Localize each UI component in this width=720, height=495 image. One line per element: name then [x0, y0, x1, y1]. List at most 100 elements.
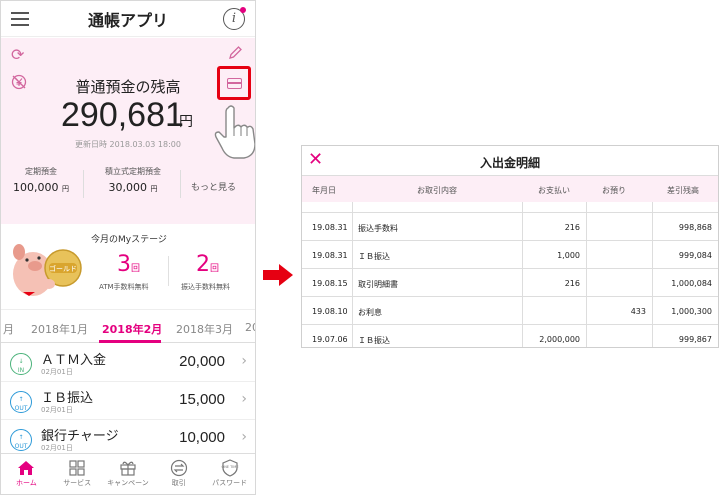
- cell-detail: 取引明細書: [358, 280, 398, 289]
- badge-label: IN: [17, 367, 25, 374]
- cell-detail: 振込手数料: [358, 224, 398, 233]
- my-stage-panel[interactable]: ゴールド 今月のMyステージ 3回 ATM手数料無料 2回 振込手数料無料: [1, 226, 255, 310]
- cell-date: 19.07.06: [312, 335, 348, 344]
- transaction-amount: 15,000: [179, 391, 225, 408]
- cell-date: 19.08.15: [312, 279, 348, 288]
- divider: [168, 256, 169, 286]
- installment-deposit-value: 30,000: [108, 181, 148, 194]
- table-header: 年月日 お取引内容 お支払い お預り 差引残高: [302, 176, 718, 202]
- grid-icon: [69, 460, 85, 476]
- column-divider: [586, 202, 587, 347]
- tab-month-feb[interactable]: 2018年2月: [102, 321, 162, 337]
- tab-month-jan[interactable]: 2018年1月: [31, 321, 88, 337]
- col-balance: 差引残高: [667, 186, 699, 195]
- transfer-free-count: 2回: [196, 252, 219, 277]
- tab-transaction-label: 取引: [171, 479, 186, 487]
- updated-time: 更新日時 2018.03.03 18:00: [75, 140, 181, 149]
- tab-home[interactable]: ホーム: [1, 454, 52, 494]
- transfer-count-unit: 回: [210, 264, 220, 274]
- col-deposit: お預り: [602, 186, 626, 195]
- transaction-date: 02月01日: [41, 406, 73, 414]
- column-divider: [352, 202, 353, 347]
- cell-deposit: 433: [630, 307, 646, 316]
- info-icon[interactable]: i: [223, 7, 246, 30]
- chevron-right-icon: ›: [241, 353, 247, 369]
- home-icon: [18, 461, 35, 475]
- atm-count-unit: 回: [131, 264, 141, 274]
- refresh-icon[interactable]: ⟳: [11, 45, 24, 64]
- deposit-summary: 定期預金 100,000 円 積立式定期預金 30,000 円 もっと見る: [1, 166, 255, 206]
- transaction-date: 02月01日: [41, 444, 73, 452]
- transfer-free-desc: 振込手数料無料: [181, 283, 230, 291]
- deposit-in-icon: ↓ IN: [10, 353, 32, 375]
- tab-campaign[interactable]: キャンペーン: [103, 454, 154, 494]
- cell-payment: 1,000: [557, 251, 580, 260]
- tab-month-prev[interactable]: 月: [3, 321, 14, 337]
- time-deposit[interactable]: 定期預金 100,000 円: [11, 166, 71, 194]
- tab-month-next[interactable]: 20: [245, 321, 255, 334]
- edit-icon[interactable]: [228, 45, 243, 64]
- cell-balance: 1,000,084: [671, 279, 712, 288]
- col-detail: お取引内容: [417, 186, 457, 195]
- pig-mascot-icon: ゴールド: [13, 244, 82, 296]
- bottom-tab-bar: ホーム サービス キャンペーン 取引 ONE TIME パスワード: [1, 453, 255, 494]
- atm-free-count: 3回: [117, 252, 140, 277]
- tab-month-mar[interactable]: 2018年3月: [176, 321, 233, 337]
- cell-balance: 999,084: [678, 251, 712, 260]
- stage-badge: ゴールド: [49, 264, 77, 273]
- chevron-right-icon: ›: [241, 429, 247, 445]
- transfer-count-value: 2: [196, 252, 210, 277]
- balance-currency: 円: [179, 114, 193, 130]
- more-link[interactable]: もっと見る: [191, 180, 236, 193]
- onetime-icon-text: ONE TIME: [221, 465, 238, 469]
- phone-screen: 通帳アプリ i ⟳ 普通預金の残高 290,681 円 更新日時 2018.03…: [0, 0, 256, 495]
- badge-label: OUT: [14, 405, 28, 412]
- app-title: 通帳アプリ: [87, 10, 168, 30]
- cell-payment: 216: [564, 279, 580, 288]
- installment-deposit-label: 積立式定期預金: [105, 167, 161, 176]
- transaction-amount: 20,000: [179, 353, 225, 370]
- cell-date: 19.08.31: [312, 223, 348, 232]
- cell-date: 19.08.31: [312, 251, 348, 260]
- table-row[interactable]: 19.08.10 お利息 433 1,000,300: [302, 297, 718, 325]
- transaction-name: 銀行チャージ: [41, 429, 119, 444]
- withdraw-out-icon: ↑ OUT: [10, 429, 32, 451]
- installment-deposit[interactable]: 積立式定期預金 30,000 円: [93, 166, 173, 194]
- column-divider: [652, 202, 653, 347]
- statement-panel: ✕ 入出金明細 年月日 お取引内容 お支払い お預り 差引残高 19.08.31…: [301, 145, 719, 348]
- atm-free-desc: ATM手数料無料: [99, 283, 149, 291]
- transaction-row[interactable]: ↑ OUT ＩＢ振込 02月01日 15,000 ›: [1, 382, 255, 420]
- tab-transaction[interactable]: 取引: [153, 454, 204, 494]
- table-row[interactable]: 19.07.06 ＩＢ振込 2,000,000 999,867: [302, 325, 718, 347]
- statement-title: 入出金明細: [479, 156, 540, 170]
- tab-service[interactable]: サービス: [52, 454, 103, 494]
- col-date: 年月日: [312, 186, 336, 195]
- statement-header: ✕ 入出金明細: [302, 146, 718, 176]
- withdraw-out-icon: ↑ OUT: [10, 391, 32, 413]
- time-deposit-label: 定期預金: [25, 167, 57, 176]
- divider: [180, 170, 181, 198]
- table-row[interactable]: 19.08.15 取引明細書 216 1,000,084: [302, 269, 718, 297]
- month-tabs: 月 2018年1月 2018年2月 2018年3月 20: [1, 313, 255, 343]
- cell-payment: 2,000,000: [539, 335, 580, 344]
- cell-detail: ＩＢ振込: [358, 336, 390, 345]
- transfer-icon: [170, 459, 187, 477]
- cell-balance: 1,000,300: [671, 307, 712, 316]
- gift-icon: [120, 461, 136, 476]
- balance-label: 普通預金の残高: [75, 78, 181, 96]
- balance-panel: ⟳ 普通預金の残高 290,681 円 更新日時 2018.03.03 18:0…: [1, 38, 255, 224]
- cell-balance: 998,868: [678, 223, 712, 232]
- stage-title: 今月のMyステージ: [91, 235, 167, 245]
- tab-service-label: サービス: [63, 479, 92, 487]
- info-glyph: i: [231, 11, 237, 26]
- menu-icon[interactable]: [11, 12, 29, 26]
- time-deposit-unit: 円: [62, 185, 69, 193]
- transaction-row[interactable]: ↓ IN ＡＴＭ入金 02月01日 20,000 ›: [1, 344, 255, 382]
- tab-password[interactable]: ONE TIME パスワード: [204, 454, 255, 494]
- cell-payment: 216: [564, 223, 580, 232]
- table-row[interactable]: 19.08.31 振込手数料 216 998,868: [302, 213, 718, 241]
- table-row[interactable]: 19.08.31 ＩＢ振込 1,000 999,084: [302, 241, 718, 269]
- active-tab-indicator: [99, 340, 161, 343]
- transaction-name: ＩＢ振込: [41, 391, 94, 406]
- tab-home-label: ホーム: [16, 479, 37, 487]
